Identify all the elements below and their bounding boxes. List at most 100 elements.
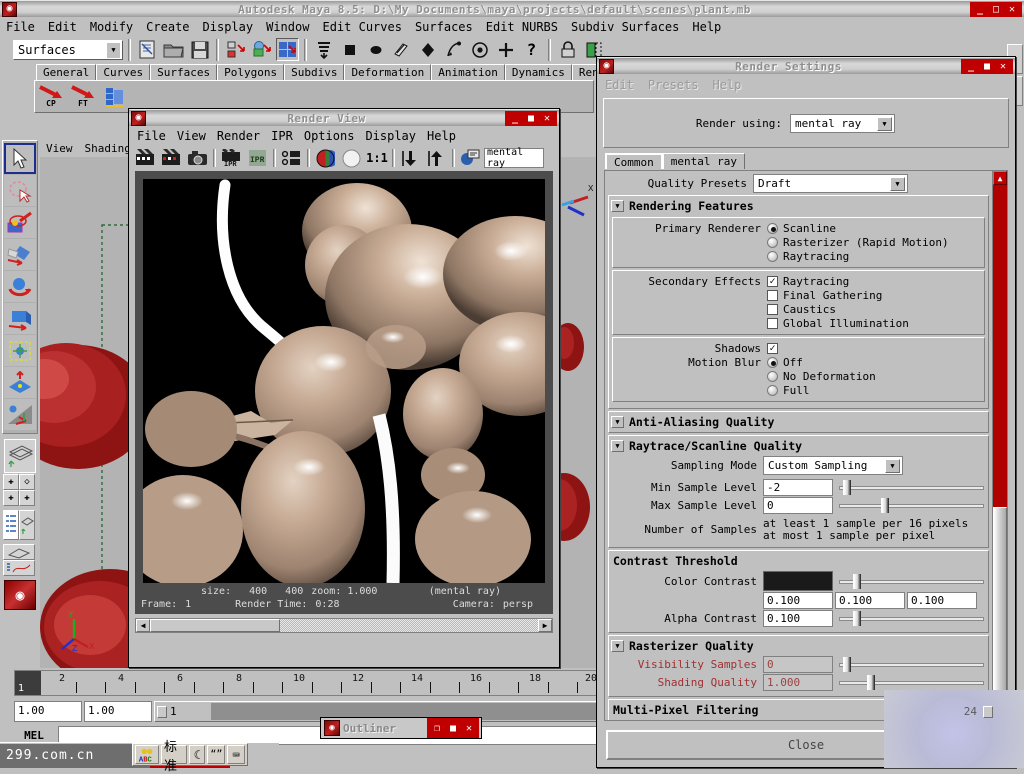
shelf-ft-icon[interactable]: FT xyxy=(67,81,99,112)
render-view-toolbar[interactable]: IPR IPR 1:1 xyxy=(129,145,559,171)
anti-aliasing-header[interactable]: ▼ Anti-Aliasing Quality xyxy=(611,414,986,431)
restore-button[interactable]: ❐ xyxy=(429,718,445,738)
display-render-settings-icon[interactable] xyxy=(458,146,483,170)
minimize-button[interactable]: _ xyxy=(972,2,988,17)
render-view-window[interactable]: ◉ Render View _ ■ ✕ File View Render IPR… xyxy=(128,108,560,668)
scrollbar-track-upper[interactable] xyxy=(993,185,1007,507)
shelf-tab-deformation[interactable]: Deformation xyxy=(344,64,431,80)
snap-to-point-button[interactable] xyxy=(364,38,387,61)
color-contrast-slider[interactable] xyxy=(839,573,986,590)
shelf-cp-icon[interactable]: CP xyxy=(35,81,67,112)
select-tool[interactable] xyxy=(4,143,36,174)
alpha-contrast-field[interactable]: 0.100 xyxy=(763,610,833,627)
close-button[interactable]: ✕ xyxy=(539,111,555,126)
menu-display[interactable]: Display xyxy=(203,20,254,34)
radio-raytracing-primary[interactable] xyxy=(767,251,778,262)
moon-icon[interactable]: ☾ xyxy=(189,745,205,764)
paint-selection-tool[interactable] xyxy=(4,207,36,238)
visibility-samples-slider[interactable] xyxy=(839,656,986,673)
color-contrast-b-field[interactable]: 0.100 xyxy=(907,592,977,609)
rs-menu-presets[interactable]: Presets xyxy=(648,78,699,92)
radio-no-deformation[interactable] xyxy=(767,371,778,382)
maximize-button[interactable]: ■ xyxy=(979,59,995,74)
scrollbar-thumb[interactable] xyxy=(993,507,1007,706)
save-scene-button[interactable] xyxy=(188,38,211,61)
scroll-left-arrow-icon[interactable]: ◀ xyxy=(136,619,150,632)
chevron-down-icon[interactable]: ▼ xyxy=(885,459,900,473)
snap-to-view-plane-button[interactable] xyxy=(390,38,413,61)
construction-history-button[interactable] xyxy=(442,38,465,61)
close-button[interactable]: ✕ xyxy=(461,718,477,738)
section-raytrace-scanline[interactable]: ▼ Raytrace/Scanline Quality Sampling Mod… xyxy=(608,435,989,548)
rv-menu-view[interactable]: View xyxy=(177,129,206,143)
menu-surfaces[interactable]: Surfaces xyxy=(415,20,473,34)
scroll-up-arrow-icon[interactable]: ▲ xyxy=(993,171,1007,185)
render-settings-scroll-host[interactable]: Quality Presets Draft ▼ ▼ Rendering Feat… xyxy=(605,171,992,720)
four-view-layout-a[interactable]: ✚ xyxy=(3,474,19,490)
renderer-field[interactable]: mental ray xyxy=(484,148,544,168)
shelf-tab-general[interactable]: General xyxy=(36,64,96,80)
lasso-select-tool[interactable] xyxy=(4,175,36,206)
scrollbar-track[interactable] xyxy=(280,619,538,632)
shelf-loft-icon[interactable] xyxy=(99,81,131,112)
rv-menu-display[interactable]: Display xyxy=(365,129,416,143)
render-settings-body[interactable]: Quality Presets Draft ▼ ▼ Rendering Feat… xyxy=(604,170,1008,721)
show-manipulator-tool[interactable] xyxy=(4,399,36,430)
section-contrast-threshold[interactable]: Contrast Threshold Color Contrast 0.100 … xyxy=(608,550,989,633)
toolbox[interactable]: ✚ ◇ ✚ ✚ ◉ xyxy=(2,140,38,611)
outliner-persp-layout[interactable] xyxy=(3,510,37,540)
render-settings-window[interactable]: ◉ Render Settings _ ■ ✕ Edit Presets Hel… xyxy=(596,56,1016,768)
scrollbar-thumb[interactable] xyxy=(150,619,280,632)
render-settings-controls[interactable]: _ ■ ✕ xyxy=(961,59,1013,74)
shading-quality-slider[interactable] xyxy=(839,674,986,691)
quality-presets-combo[interactable]: Draft ▼ xyxy=(753,174,908,193)
move-tool[interactable] xyxy=(4,239,36,270)
shelf-tab-surfaces[interactable]: Surfaces xyxy=(150,64,217,80)
render-settings-tabs[interactable]: Common mental ray xyxy=(605,152,1015,169)
persp-panel-icon[interactable] xyxy=(19,510,35,540)
snap-to-curve-button[interactable] xyxy=(338,38,361,61)
checkbox-shadows[interactable]: ✓ xyxy=(767,343,778,354)
hypergraph-layout[interactable] xyxy=(3,544,37,576)
maximize-button[interactable]: □ xyxy=(988,2,1004,17)
menu-window[interactable]: Window xyxy=(266,20,309,34)
checkbox-final-gathering[interactable] xyxy=(767,290,778,301)
layout-buttons[interactable]: ✚ ◇ ✚ ✚ ◉ xyxy=(2,439,38,610)
maya-logo-shelf-button[interactable]: ◉ xyxy=(4,580,36,610)
main-menubar[interactable]: File Edit Modify Create Display Window E… xyxy=(0,17,1024,36)
layout-quad-buttons[interactable]: ✚ ◇ ✚ ✚ xyxy=(3,474,37,506)
menu-edit-curves[interactable]: Edit Curves xyxy=(322,20,401,34)
outliner-panel-icon[interactable] xyxy=(3,510,19,540)
rs-menu-help[interactable]: Help xyxy=(712,78,741,92)
select-by-object-type-button[interactable] xyxy=(250,38,273,61)
snapshot-icon[interactable] xyxy=(185,146,210,170)
viewport-menu-view[interactable]: View xyxy=(46,142,73,155)
min-sample-level-field[interactable]: -2 xyxy=(763,479,833,496)
shelf-tab-curves[interactable]: Curves xyxy=(96,64,150,80)
collapse-triangle-icon[interactable]: ▼ xyxy=(611,640,624,652)
radio-scanline[interactable] xyxy=(767,223,778,234)
section-rasterizer-quality[interactable]: ▼ Rasterizer Quality Visibility Samples … xyxy=(608,635,989,697)
snap-to-projected-center-button[interactable] xyxy=(416,38,439,61)
range-right-handle[interactable] xyxy=(983,706,993,718)
shelf-tab-subdivs[interactable]: Subdivs xyxy=(284,64,344,80)
menu-edit[interactable]: Edit xyxy=(48,20,77,34)
collapse-triangle-icon[interactable]: ▼ xyxy=(611,440,624,452)
max-sample-level-field[interactable]: 0 xyxy=(763,497,833,514)
range-left-handle[interactable] xyxy=(157,706,167,718)
viewport-menu-shading[interactable]: Shading xyxy=(85,142,131,155)
lock-button[interactable] xyxy=(556,38,579,61)
section-anti-aliasing[interactable]: ▼ Anti-Aliasing Quality xyxy=(608,411,989,433)
rv-menu-ipr[interactable]: IPR xyxy=(271,129,293,143)
single-perspective-view-layout[interactable] xyxy=(4,439,36,473)
checkbox-raytracing[interactable]: ✓ xyxy=(767,276,778,287)
render-view-titlebar[interactable]: ◉ Render View _ ■ ✕ xyxy=(129,109,559,126)
outliner-window-controls[interactable]: ❐ ■ ✕ xyxy=(427,718,479,738)
min-sample-level-slider[interactable] xyxy=(839,479,986,496)
render-view-menubar[interactable]: File View Render IPR Options Display Hel… xyxy=(129,126,559,145)
render-region-icon[interactable] xyxy=(133,146,158,170)
render-settings-vertical-scrollbar[interactable]: ▲ ▼ xyxy=(992,171,1007,720)
chevron-down-icon[interactable]: ▼ xyxy=(107,43,120,58)
remove-image-icon[interactable] xyxy=(424,146,449,170)
main-window-controls[interactable]: _ □ ✕ xyxy=(970,2,1022,17)
